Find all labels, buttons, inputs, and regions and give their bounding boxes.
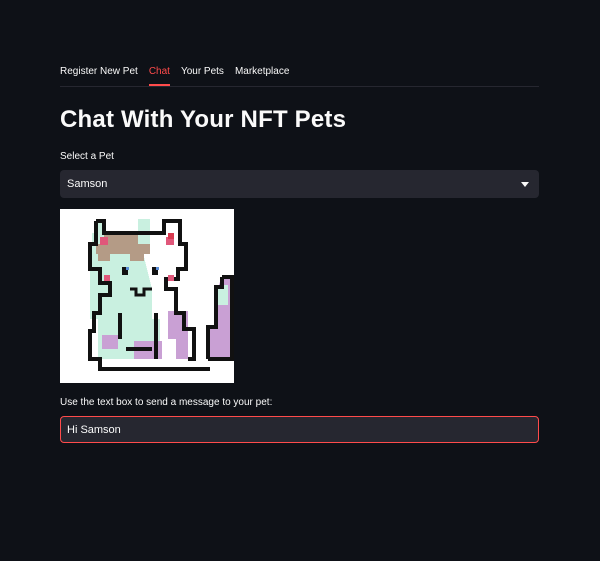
tab-chat[interactable]: Chat: [148, 60, 171, 86]
pixel-cat-image: [88, 219, 234, 371]
tab-register-new-pet[interactable]: Register New Pet: [60, 60, 138, 85]
page-title: Chat With Your NFT Pets: [60, 106, 347, 133]
pet-image: [60, 209, 234, 383]
message-label: Use the text box to send a message to yo…: [60, 397, 273, 408]
pet-select[interactable]: Samson: [60, 170, 539, 198]
chevron-down-icon[interactable]: [521, 181, 529, 187]
tab-bar: Register New Pet Chat Your Pets Marketpl…: [60, 60, 539, 87]
message-input[interactable]: [60, 416, 539, 443]
select-pet-label: Select a Pet: [60, 151, 114, 162]
tab-your-pets[interactable]: Your Pets: [181, 60, 224, 85]
pet-select-value: Samson: [67, 178, 108, 190]
tab-marketplace[interactable]: Marketplace: [235, 60, 289, 85]
